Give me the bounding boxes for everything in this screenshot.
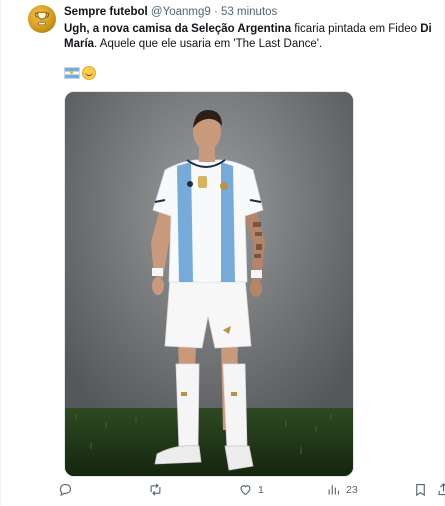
heart-icon: [240, 485, 251, 496]
author-name[interactable]: Sempre futebol: [64, 6, 148, 18]
tweet-card[interactable]: Sempre futebol @Yoanmg9 · 53 minutos Ugh…: [0, 0, 445, 506]
player-photo: [65, 92, 353, 476]
reply-button[interactable]: [58, 482, 78, 497]
tweet-header: Sempre futebol @Yoanmg9 · 53 minutos: [64, 5, 277, 19]
like-count: 1: [258, 483, 264, 496]
retweet-button[interactable]: [148, 482, 168, 497]
share-icon: [438, 483, 445, 496]
tweet-photo[interactable]: [64, 91, 354, 477]
tweet-emojis: [64, 66, 96, 80]
views-count: 23: [346, 483, 358, 496]
share-button[interactable]: [436, 482, 445, 497]
views-chart-icon: [328, 485, 340, 495]
author-handle[interactable]: @Yoanmg9: [151, 6, 211, 18]
tweet-text: Ugh, a nova camisa da Seleção Argentina …: [64, 22, 434, 52]
header-separator: ·: [213, 6, 218, 18]
tweet-actions: 1 23: [58, 482, 445, 502]
argentina-flag-icon: [64, 67, 80, 79]
views-button[interactable]: 23: [326, 482, 358, 497]
avatar[interactable]: [28, 5, 56, 33]
tweet-time[interactable]: 53 minutos: [221, 6, 277, 18]
reply-icon: [59, 483, 72, 497]
bookmark-icon: [416, 483, 425, 497]
bookmark-button[interactable]: [413, 482, 428, 497]
tweet-text-part-1: ficaria pintada em Fideo: [291, 23, 421, 35]
trophy-icon: [34, 11, 50, 26]
like-button[interactable]: 1: [238, 482, 264, 497]
tweet-text-part-2: . Aquele que ele usaria em 'The Last Dan…: [94, 38, 323, 50]
tweet-text-bold-1: Ugh, a nova camisa da Seleção Argentina: [64, 23, 292, 35]
retweet-icon: [150, 483, 161, 496]
smiling-face-icon: [82, 66, 96, 80]
